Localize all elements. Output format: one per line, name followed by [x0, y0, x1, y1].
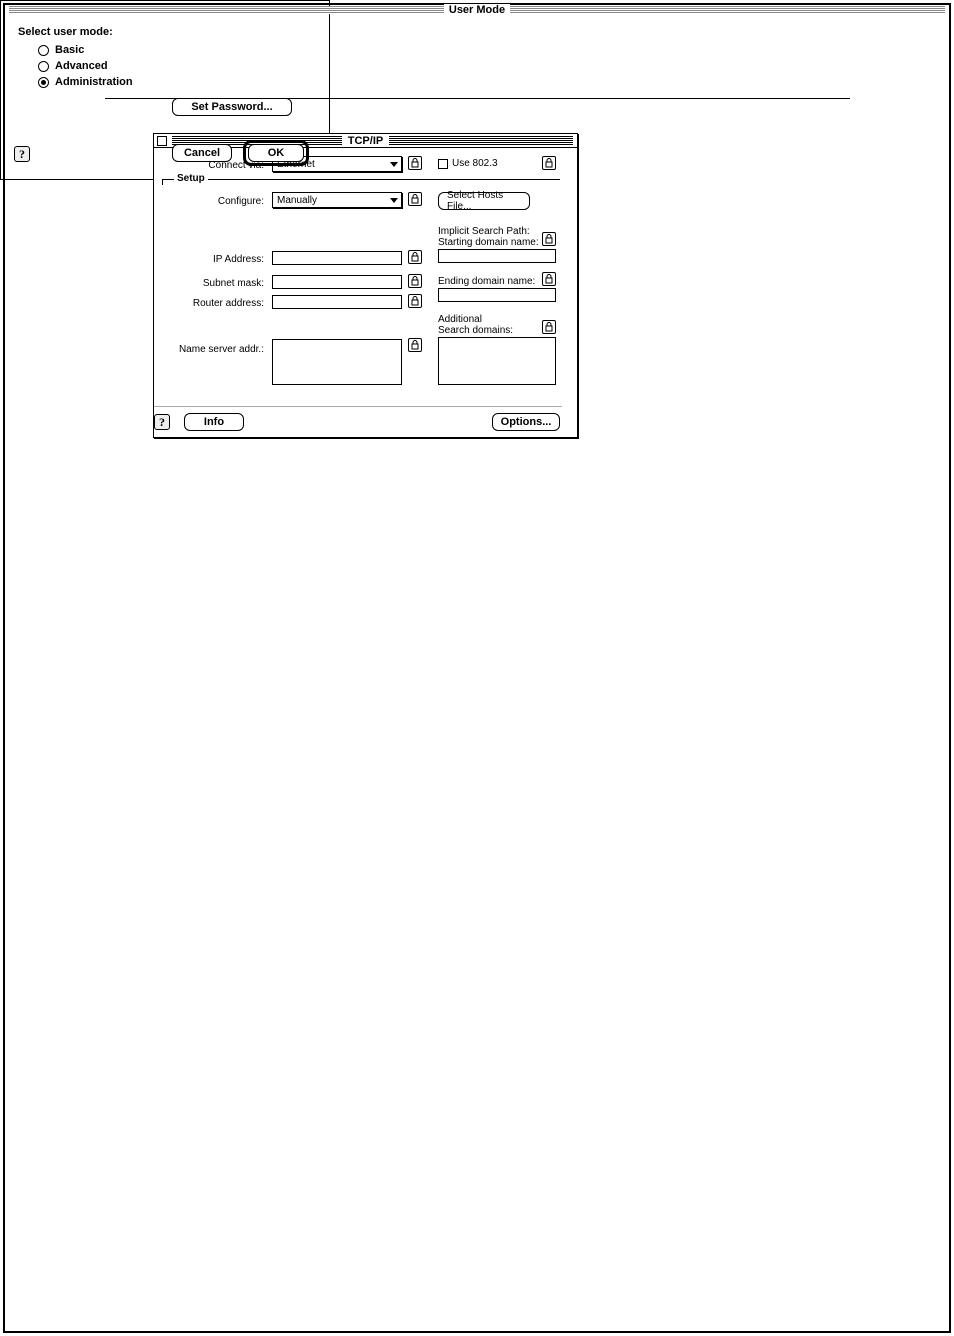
radio-advanced-label: Advanced — [55, 60, 108, 72]
user-mode-title: User Mode — [444, 4, 510, 16]
cancel-button[interactable]: Cancel — [172, 144, 232, 162]
radio-icon — [38, 61, 49, 72]
help-icon[interactable]: ? — [14, 146, 30, 162]
radio-basic[interactable]: Basic — [38, 44, 946, 56]
user-mode-dialog: User Mode Select user mode: Basic Advanc… — [0, 0, 330, 180]
ok-button[interactable]: OK — [248, 144, 304, 162]
radio-icon — [38, 77, 49, 88]
select-user-mode-heading: Select user mode: — [18, 26, 946, 38]
radio-icon — [38, 45, 49, 56]
radio-administration-label: Administration — [55, 76, 133, 88]
radio-administration[interactable]: Administration — [38, 76, 946, 88]
set-password-button[interactable]: Set Password... — [172, 98, 292, 116]
user-mode-titlebar: User Mode — [3, 3, 951, 17]
radio-advanced[interactable]: Advanced — [38, 60, 946, 72]
radio-basic-label: Basic — [55, 44, 84, 56]
